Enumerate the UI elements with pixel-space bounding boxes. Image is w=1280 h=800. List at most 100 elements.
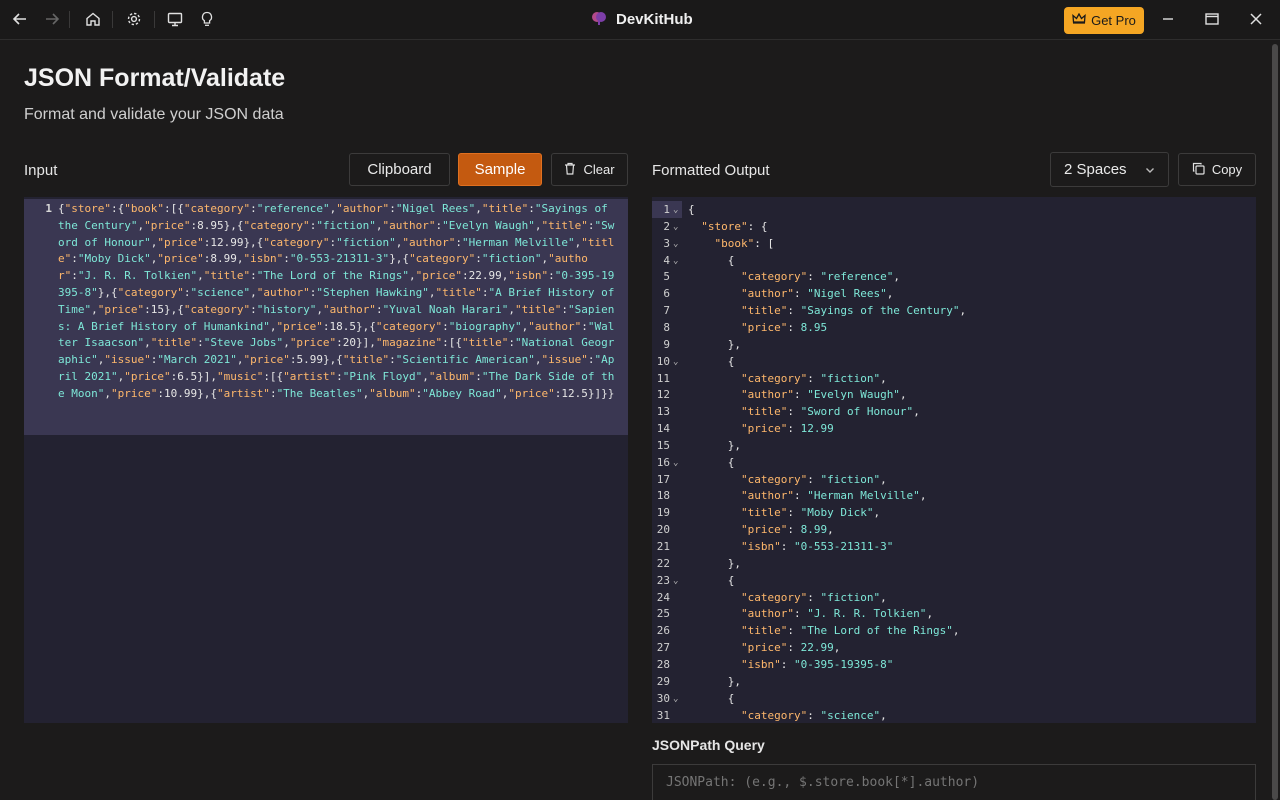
trash-icon xyxy=(564,162,576,178)
output-line: 10 ⌄ { xyxy=(652,353,1256,370)
title-bar: DevKitHub Get Pro xyxy=(0,0,1280,40)
output-code: "price": 8.99, xyxy=(740,523,834,537)
clear-button-label: Clear xyxy=(583,162,615,177)
line-number: 18 xyxy=(656,489,670,503)
copy-button[interactable]: Copy xyxy=(1178,153,1256,186)
scrollbar-thumb[interactable] xyxy=(1272,44,1278,800)
output-line: 9 }, xyxy=(652,336,1256,353)
fold-chevron-icon[interactable]: ⌄ xyxy=(673,202,678,219)
output-line: 24 "category": "fiction", xyxy=(652,589,1256,606)
output-line: 18 "author": "Herman Melville", xyxy=(652,487,1256,504)
clear-button[interactable]: Clear xyxy=(551,153,628,186)
page-title: JSON Format/Validate xyxy=(24,64,286,92)
output-code: { xyxy=(727,573,735,587)
page-subtitle: Format and validate your JSON data xyxy=(24,106,284,123)
fold-chevron-icon[interactable]: ⌄ xyxy=(673,236,678,253)
clipboard-button-label: Clipboard xyxy=(367,161,432,178)
line-number: 22 xyxy=(656,556,670,570)
output-label: Formatted Output xyxy=(652,162,770,179)
input-code-text[interactable]: {"store":{"book":[{"category":"reference… xyxy=(58,201,618,403)
input-editor[interactable]: 1 {"store":{"book":[{"category":"referen… xyxy=(24,197,628,723)
jsonpath-input[interactable] xyxy=(652,764,1256,800)
input-label: Input xyxy=(24,162,58,179)
fold-chevron-icon[interactable]: ⌄ xyxy=(673,455,678,472)
line-number: 1 xyxy=(663,203,670,216)
minimize-icon[interactable] xyxy=(1148,4,1188,34)
output-code: "category": "reference", xyxy=(740,270,900,284)
line-number: 21 xyxy=(656,540,670,553)
sample-button-label: Sample xyxy=(474,161,526,178)
output-editor[interactable]: 1 ⌄{2 ⌄ "store": {3 ⌄ "book": [4 ⌄ {5 "categ… xyxy=(652,197,1256,723)
line-number: 9 xyxy=(663,337,670,351)
output-code: "author": "Herman Melville", xyxy=(740,489,927,503)
clipboard-button[interactable]: Clipboard xyxy=(349,153,450,186)
output-code: "isbn": "0-553-21311-3" xyxy=(740,540,894,553)
monitor-icon[interactable] xyxy=(160,4,190,34)
lightbulb-icon[interactable] xyxy=(192,4,222,34)
close-icon[interactable] xyxy=(1236,4,1276,34)
line-number: 26 xyxy=(656,624,670,638)
brain-icon xyxy=(590,9,608,31)
get-pro-label: Get Pro xyxy=(1091,13,1136,28)
output-line: 22 }, xyxy=(652,555,1256,572)
fold-chevron-icon[interactable]: ⌄ xyxy=(673,354,678,371)
output-line: 15 }, xyxy=(652,437,1256,454)
output-code: "price": 12.99 xyxy=(740,422,834,436)
line-number: 31 xyxy=(656,708,670,722)
output-code: "price": 22.99, xyxy=(740,641,841,655)
output-line: 20 "price": 8.99, xyxy=(652,521,1256,538)
output-line: 31 "category": "science", xyxy=(652,707,1256,724)
fold-chevron-icon[interactable]: ⌄ xyxy=(673,691,678,708)
sample-button[interactable]: Sample xyxy=(458,153,542,186)
line-number: 25 xyxy=(656,607,670,621)
output-line: 8 "price": 8.95 xyxy=(652,319,1256,336)
output-line: 30 ⌄ { xyxy=(652,690,1256,707)
arrow-left-icon[interactable] xyxy=(5,4,35,34)
line-number: 14 xyxy=(656,422,670,436)
fold-chevron-icon[interactable]: ⌄ xyxy=(673,253,678,270)
divider xyxy=(154,11,155,28)
arrow-right-icon[interactable] xyxy=(37,4,67,34)
output-line: 21 "isbn": "0-553-21311-3" xyxy=(652,538,1256,555)
fold-chevron-icon[interactable]: ⌄ xyxy=(673,219,678,236)
fold-chevron-icon[interactable]: ⌄ xyxy=(673,573,678,590)
line-number: 10 xyxy=(656,354,670,368)
divider xyxy=(69,11,70,28)
jsonpath-label: JSONPath Query xyxy=(652,737,765,753)
copy-icon xyxy=(1192,162,1205,178)
output-code: "category": "fiction", xyxy=(740,472,887,486)
output-line: 5 "category": "reference", xyxy=(652,268,1256,285)
output-code: "category": "science", xyxy=(740,708,887,722)
home-icon[interactable] xyxy=(78,4,108,34)
line-number: 3 xyxy=(663,236,670,250)
line-number: 17 xyxy=(656,472,670,486)
output-line: 7 "title": "Sayings of the Century", xyxy=(652,302,1256,319)
get-pro-button[interactable]: Get Pro xyxy=(1064,7,1144,34)
output-code: "title": "The Lord of the Rings", xyxy=(740,624,960,638)
output-line: 2 ⌄ "store": { xyxy=(652,218,1256,235)
output-code: "author": "Nigel Rees", xyxy=(740,287,894,301)
output-code: { xyxy=(727,691,735,705)
divider xyxy=(112,11,113,28)
output-line: 29 }, xyxy=(652,673,1256,690)
line-number: 5 xyxy=(663,270,670,284)
output-code: { xyxy=(727,354,735,368)
output-line: 25 "author": "J. R. R. Tolkien", xyxy=(652,605,1256,622)
line-number: 30 xyxy=(656,691,670,705)
line-number: 11 xyxy=(656,371,670,385)
output-code: "author": "J. R. R. Tolkien", xyxy=(740,607,934,621)
line-number: 12 xyxy=(656,388,670,402)
output-code: }, xyxy=(727,337,741,351)
output-code: { xyxy=(727,253,735,267)
output-line: 14 "price": 12.99 xyxy=(652,420,1256,437)
output-code: "author": "Evelyn Waugh", xyxy=(740,388,907,402)
gear-icon[interactable] xyxy=(119,4,149,34)
output-line: 17 "category": "fiction", xyxy=(652,471,1256,488)
line-number: 19 xyxy=(656,506,670,520)
maximize-icon[interactable] xyxy=(1192,4,1232,34)
indent-select[interactable]: 2 Spaces xyxy=(1050,152,1169,187)
output-line: 13 "title": "Sword of Honour", xyxy=(652,403,1256,420)
output-code: "category": "fiction", xyxy=(740,371,887,385)
output-line: 12 "author": "Evelyn Waugh", xyxy=(652,386,1256,403)
line-number: 16 xyxy=(656,455,670,469)
